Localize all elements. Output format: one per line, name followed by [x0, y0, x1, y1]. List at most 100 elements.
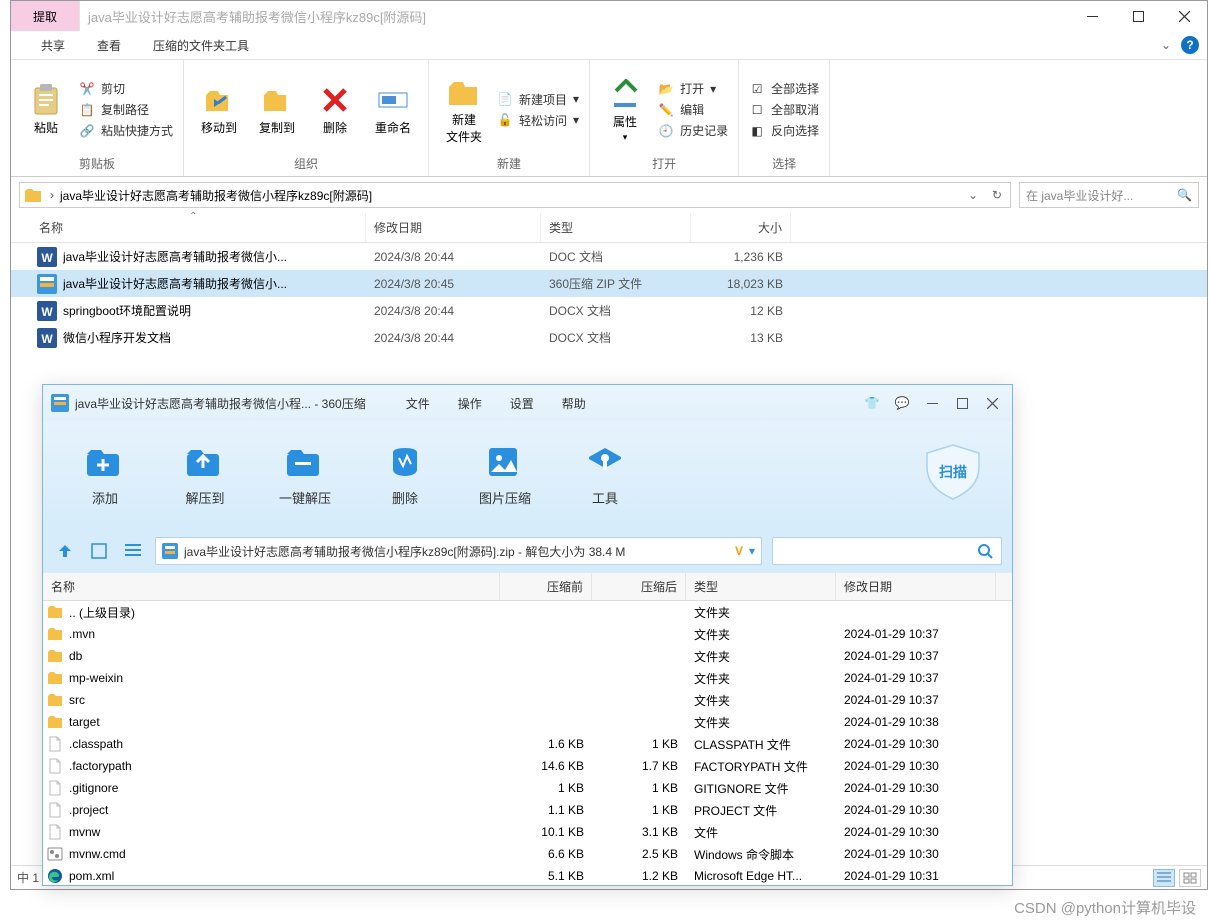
refresh-button[interactable]: ↻ [986, 184, 1008, 206]
rename-button[interactable]: 重命名 [364, 83, 422, 136]
zip-row[interactable]: .gitignore 1 KB 1 KB GITIGNORE 文件 2024-0… [43, 777, 1012, 799]
zip-extract-to-button[interactable]: 解压到 [155, 444, 255, 507]
zip-path-input[interactable]: java毕业设计好志愿高考辅助报考微信小程序kz89c[附源码].zip - 解… [155, 537, 762, 565]
zip-col-date[interactable]: 修改日期 [836, 573, 996, 600]
search-input[interactable]: 在 java毕业设计好... 🔍 [1019, 182, 1199, 208]
zip-scan-button[interactable]: 扫描 [914, 441, 992, 503]
zip-row[interactable]: .mvn 文件夹 2024-01-29 10:37 [43, 623, 1012, 645]
new-item-button[interactable]: 📄新建项目 ▾ [497, 91, 579, 108]
zip-maximize-button[interactable] [950, 392, 974, 414]
group-select-label: 选择 [745, 155, 823, 174]
open-button[interactable]: 📂打开 ▾ [658, 80, 728, 97]
easy-access-button[interactable]: 🔓轻松访问 ▾ [497, 112, 579, 129]
zip-image-compress-button[interactable]: 图片压缩 [455, 444, 555, 507]
zip-skin-icon[interactable]: 👕 [860, 392, 884, 414]
file-type: DOCX 文档 [541, 329, 691, 346]
zip-one-click-button[interactable]: 一键解压 [255, 444, 355, 507]
zip-row[interactable]: mp-weixin 文件夹 2024-01-29 10:37 [43, 667, 1012, 689]
paste-button[interactable]: 粘贴 [17, 83, 75, 136]
breadcrumb-item[interactable]: java毕业设计好志愿高考辅助报考微信小程序kz89c[附源码] [58, 187, 374, 204]
minimize-button[interactable] [1069, 1, 1115, 31]
file-icon [47, 846, 63, 862]
select-all-button[interactable]: ☑全部选择 [749, 80, 819, 97]
easy-access-icon: 🔓 [497, 112, 513, 128]
file-name: .mvn [69, 627, 500, 641]
icons-view-button[interactable] [1179, 869, 1201, 887]
zip-menu-settings[interactable]: 设置 [510, 395, 534, 412]
column-type[interactable]: 类型 [541, 213, 691, 242]
zip-col-type[interactable]: 类型 [686, 573, 836, 600]
move-to-button[interactable]: 移动到 [190, 83, 248, 136]
zip-col-post[interactable]: 压缩后 [592, 573, 686, 600]
zip-view-mode-icon[interactable] [87, 539, 111, 563]
tab-view[interactable]: 查看 [81, 32, 137, 59]
zip-col-name[interactable]: 名称 [43, 573, 500, 600]
history-button[interactable]: 🕘历史记录 [658, 122, 728, 139]
chevron-down-icon[interactable]: ⌄ [1161, 38, 1171, 52]
select-none-icon: ☐ [749, 102, 765, 118]
zip-list-icon[interactable] [121, 539, 145, 563]
edit-button[interactable]: ✏️编辑 [658, 101, 728, 118]
paste-shortcut-button[interactable]: 🔗粘贴快捷方式 [79, 122, 173, 139]
zip-row[interactable]: mvnw.cmd 6.6 KB 2.5 KB Windows 命令脚本 2024… [43, 843, 1012, 865]
zip-row[interactable]: target 文件夹 2024-01-29 10:38 [43, 711, 1012, 733]
file-date: 2024-01-29 10:30 [836, 737, 996, 751]
history-icon: 🕘 [658, 123, 674, 139]
address-dropdown-button[interactable]: ⌄ [962, 184, 984, 206]
zip-up-button[interactable] [53, 539, 77, 563]
zip-row[interactable]: mvnw 10.1 KB 3.1 KB 文件 2024-01-29 10:30 [43, 821, 1012, 843]
size-after: 1 KB [592, 737, 686, 751]
window-title: java毕业设计好志愿高考辅助报考微信小程序kz89c[附源码] [80, 1, 1069, 31]
zip-search-input[interactable] [772, 537, 1002, 565]
zip-address-bar: java毕业设计好志愿高考辅助报考微信小程序kz89c[附源码].zip - 解… [43, 529, 1012, 573]
cut-button[interactable]: ✂️剪切 [79, 80, 173, 97]
file-row[interactable]: java毕业设计好志愿高考辅助报考微信小... 2024/3/8 20:45 3… [11, 270, 1207, 297]
zip-row[interactable]: .project 1.1 KB 1 KB PROJECT 文件 2024-01-… [43, 799, 1012, 821]
tab-compressed-tools[interactable]: 压缩的文件夹工具 [137, 32, 265, 59]
zip-menu-file[interactable]: 文件 [406, 395, 430, 412]
help-icon[interactable]: ? [1181, 36, 1199, 54]
details-view-button[interactable] [1153, 869, 1175, 887]
zip-file-icon [162, 543, 178, 559]
chevron-right-icon[interactable]: › [46, 188, 58, 202]
file-row[interactable]: W java毕业设计好志愿高考辅助报考微信小... 2024/3/8 20:44… [11, 243, 1207, 270]
zip-row[interactable]: .. (上级目录) 文件夹 [43, 601, 1012, 623]
file-row[interactable]: W springboot环境配置说明 2024/3/8 20:44 DOCX 文… [11, 297, 1207, 324]
close-button[interactable] [1161, 1, 1207, 31]
file-icon [47, 714, 63, 730]
zip-row[interactable]: db 文件夹 2024-01-29 10:37 [43, 645, 1012, 667]
properties-button[interactable]: 属性▾ [596, 77, 654, 143]
size-before: 10.1 KB [500, 825, 592, 839]
zip-feedback-icon[interactable]: 💬 [890, 392, 914, 414]
zip-col-pre[interactable]: 压缩前 [500, 573, 592, 600]
zip-close-button[interactable] [980, 392, 1004, 414]
select-none-button[interactable]: ☐全部取消 [749, 101, 819, 118]
zip-delete-button[interactable]: 删除 [355, 444, 455, 507]
zip-minimize-button[interactable] [920, 392, 944, 414]
copy-to-button[interactable]: 复制到 [248, 83, 306, 136]
column-size[interactable]: 大小 [691, 213, 791, 242]
zip-tools-button[interactable]: 工具 [555, 444, 655, 507]
file-row[interactable]: W 微信小程序开发文档 2024/3/8 20:44 DOCX 文档 13 KB [11, 324, 1207, 351]
zip-row[interactable]: .factorypath 14.6 KB 1.7 KB FACTORYPATH … [43, 755, 1012, 777]
file-list: ⌃ 名称 修改日期 类型 大小 W java毕业设计好志愿高考辅助报考微信小..… [11, 213, 1207, 351]
size-before: 1.6 KB [500, 737, 592, 751]
delete-button[interactable]: 删除 [306, 83, 364, 136]
zip-row[interactable]: pom.xml 5.1 KB 1.2 KB Microsoft Edge HT.… [43, 865, 1012, 885]
zip-menu-help[interactable]: 帮助 [562, 395, 586, 412]
chevron-down-icon[interactable]: ▾ [749, 544, 755, 558]
edit-icon: ✏️ [658, 102, 674, 118]
invert-selection-button[interactable]: ◧反向选择 [749, 122, 819, 139]
new-folder-button[interactable]: 新建 文件夹 [435, 75, 493, 145]
file-type: 文件夹 [686, 626, 836, 643]
copy-path-button[interactable]: 📋复制路径 [79, 101, 173, 118]
contextual-tab-extract[interactable]: 提取 [11, 1, 80, 31]
tab-share[interactable]: 共享 [25, 32, 81, 59]
maximize-button[interactable] [1115, 1, 1161, 31]
zip-row[interactable]: .classpath 1.6 KB 1 KB CLASSPATH 文件 2024… [43, 733, 1012, 755]
zip-row[interactable]: src 文件夹 2024-01-29 10:37 [43, 689, 1012, 711]
zip-add-button[interactable]: 添加 [55, 444, 155, 507]
breadcrumb[interactable]: › java毕业设计好志愿高考辅助报考微信小程序kz89c[附源码] ⌄ ↻ [19, 182, 1011, 208]
zip-menu-operate[interactable]: 操作 [458, 395, 482, 412]
column-date[interactable]: 修改日期 [366, 213, 541, 242]
